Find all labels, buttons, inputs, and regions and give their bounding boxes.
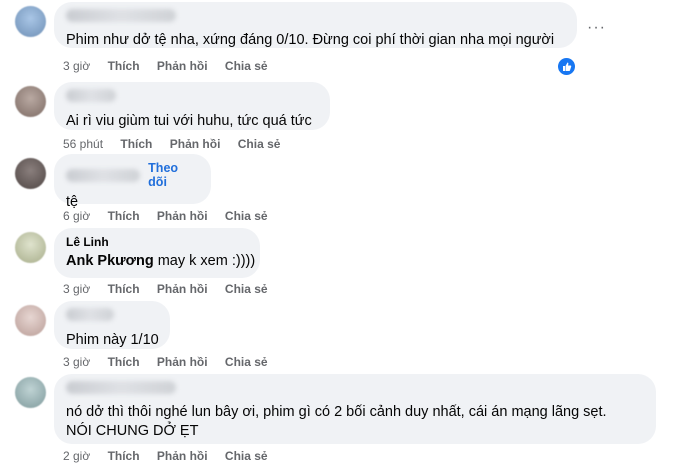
author-name-blurred[interactable] — [66, 381, 644, 399]
reply-button[interactable]: Phản hồi — [157, 355, 208, 369]
like-button[interactable]: Thích — [108, 355, 140, 369]
comment-actions: 3 giờ Thích Phản hồi Chia sẻ — [63, 355, 282, 369]
comment-actions: 6 giờ Thích Phản hồi Chia sẻ — [63, 209, 282, 223]
avatar[interactable] — [15, 158, 46, 189]
share-button[interactable]: Chia sẻ — [225, 209, 268, 223]
avatar[interactable] — [15, 232, 46, 263]
comment-body: may k xem :)))) — [153, 253, 256, 269]
comment-actions: 3 giờ Thích Phản hồi Chia sẻ — [63, 282, 282, 296]
comment-text: Ai rì viu giùm tui với huhu, tức quá tức — [66, 113, 312, 129]
comment-time[interactable]: 3 giờ — [63, 355, 90, 369]
author-name-blurred[interactable] — [66, 89, 318, 107]
reply-button[interactable]: Phản hồi — [157, 282, 208, 296]
avatar[interactable] — [15, 6, 46, 37]
comment-bubble: Lê Linh Ank Pkương may k xem :)))) — [54, 228, 260, 278]
comment-bubble: Phim này 1/10 — [54, 301, 170, 349]
comment-time[interactable]: 3 giờ — [63, 282, 90, 296]
share-button[interactable]: Chia sẻ — [225, 355, 268, 369]
share-button[interactable]: Chia sẻ — [225, 282, 268, 296]
comment-time[interactable]: 3 giờ — [63, 59, 90, 73]
author-name-blurred[interactable] — [66, 9, 565, 27]
comment-bubble: Theo dõi tệ — [54, 154, 211, 210]
comment-time[interactable]: 2 giờ — [63, 449, 90, 463]
author-name-blurred[interactable] — [66, 168, 141, 182]
like-button[interactable]: Thích — [108, 282, 140, 296]
comment-bubble: Ai rì viu giùm tui với huhu, tức quá tức — [54, 82, 330, 130]
user-mention[interactable]: Ank Pkương — [66, 253, 154, 269]
comment-text: Phim như dở tệ nha, xứng đáng 0/10. Đừng… — [66, 32, 555, 48]
avatar[interactable] — [15, 305, 46, 336]
reply-button[interactable]: Phản hồi — [157, 449, 208, 463]
comment-bubble: Phim như dở tệ nha, xứng đáng 0/10. Đừng… — [54, 2, 577, 48]
like-button[interactable]: Thích — [108, 59, 140, 73]
author-name-blurred[interactable] — [66, 308, 158, 326]
like-button[interactable]: Thích — [108, 209, 140, 223]
comment-time[interactable]: 56 phút — [63, 137, 103, 151]
comment-actions: 56 phút Thích Phản hồi Chia sẻ — [63, 137, 294, 151]
follow-button[interactable]: Theo dõi — [148, 161, 199, 189]
comment-actions: 3 giờ Thích Phản hồi Chia sẻ — [63, 59, 282, 73]
avatar[interactable] — [15, 377, 46, 408]
avatar[interactable] — [15, 86, 46, 117]
share-button[interactable]: Chia sẻ — [225, 449, 268, 463]
comment-text: Phim này 1/10 — [66, 332, 159, 348]
reply-button[interactable]: Phản hồi — [157, 59, 208, 73]
share-button[interactable]: Chia sẻ — [238, 137, 281, 151]
comment-text: nó dở thì thôi nghé lun bây ơi, phim gì … — [66, 404, 607, 439]
author-name[interactable]: Lê Linh — [66, 235, 248, 250]
reply-button[interactable]: Phản hồi — [157, 209, 208, 223]
thumbs-up-icon[interactable] — [557, 57, 576, 76]
comment-text: Ank Pkương may k xem :)))) — [66, 252, 255, 271]
like-button[interactable]: Thích — [108, 449, 140, 463]
comment-time[interactable]: 6 giờ — [63, 209, 90, 223]
comment-actions: 2 giờ Thích Phản hồi Chia sẻ — [63, 449, 282, 463]
reply-button[interactable]: Phản hồi — [170, 137, 221, 151]
share-button[interactable]: Chia sẻ — [225, 59, 268, 73]
more-options-icon[interactable]: ··· — [587, 19, 606, 37]
like-button[interactable]: Thích — [120, 137, 152, 151]
comment-bubble: nó dở thì thôi nghé lun bây ơi, phim gì … — [54, 374, 656, 444]
